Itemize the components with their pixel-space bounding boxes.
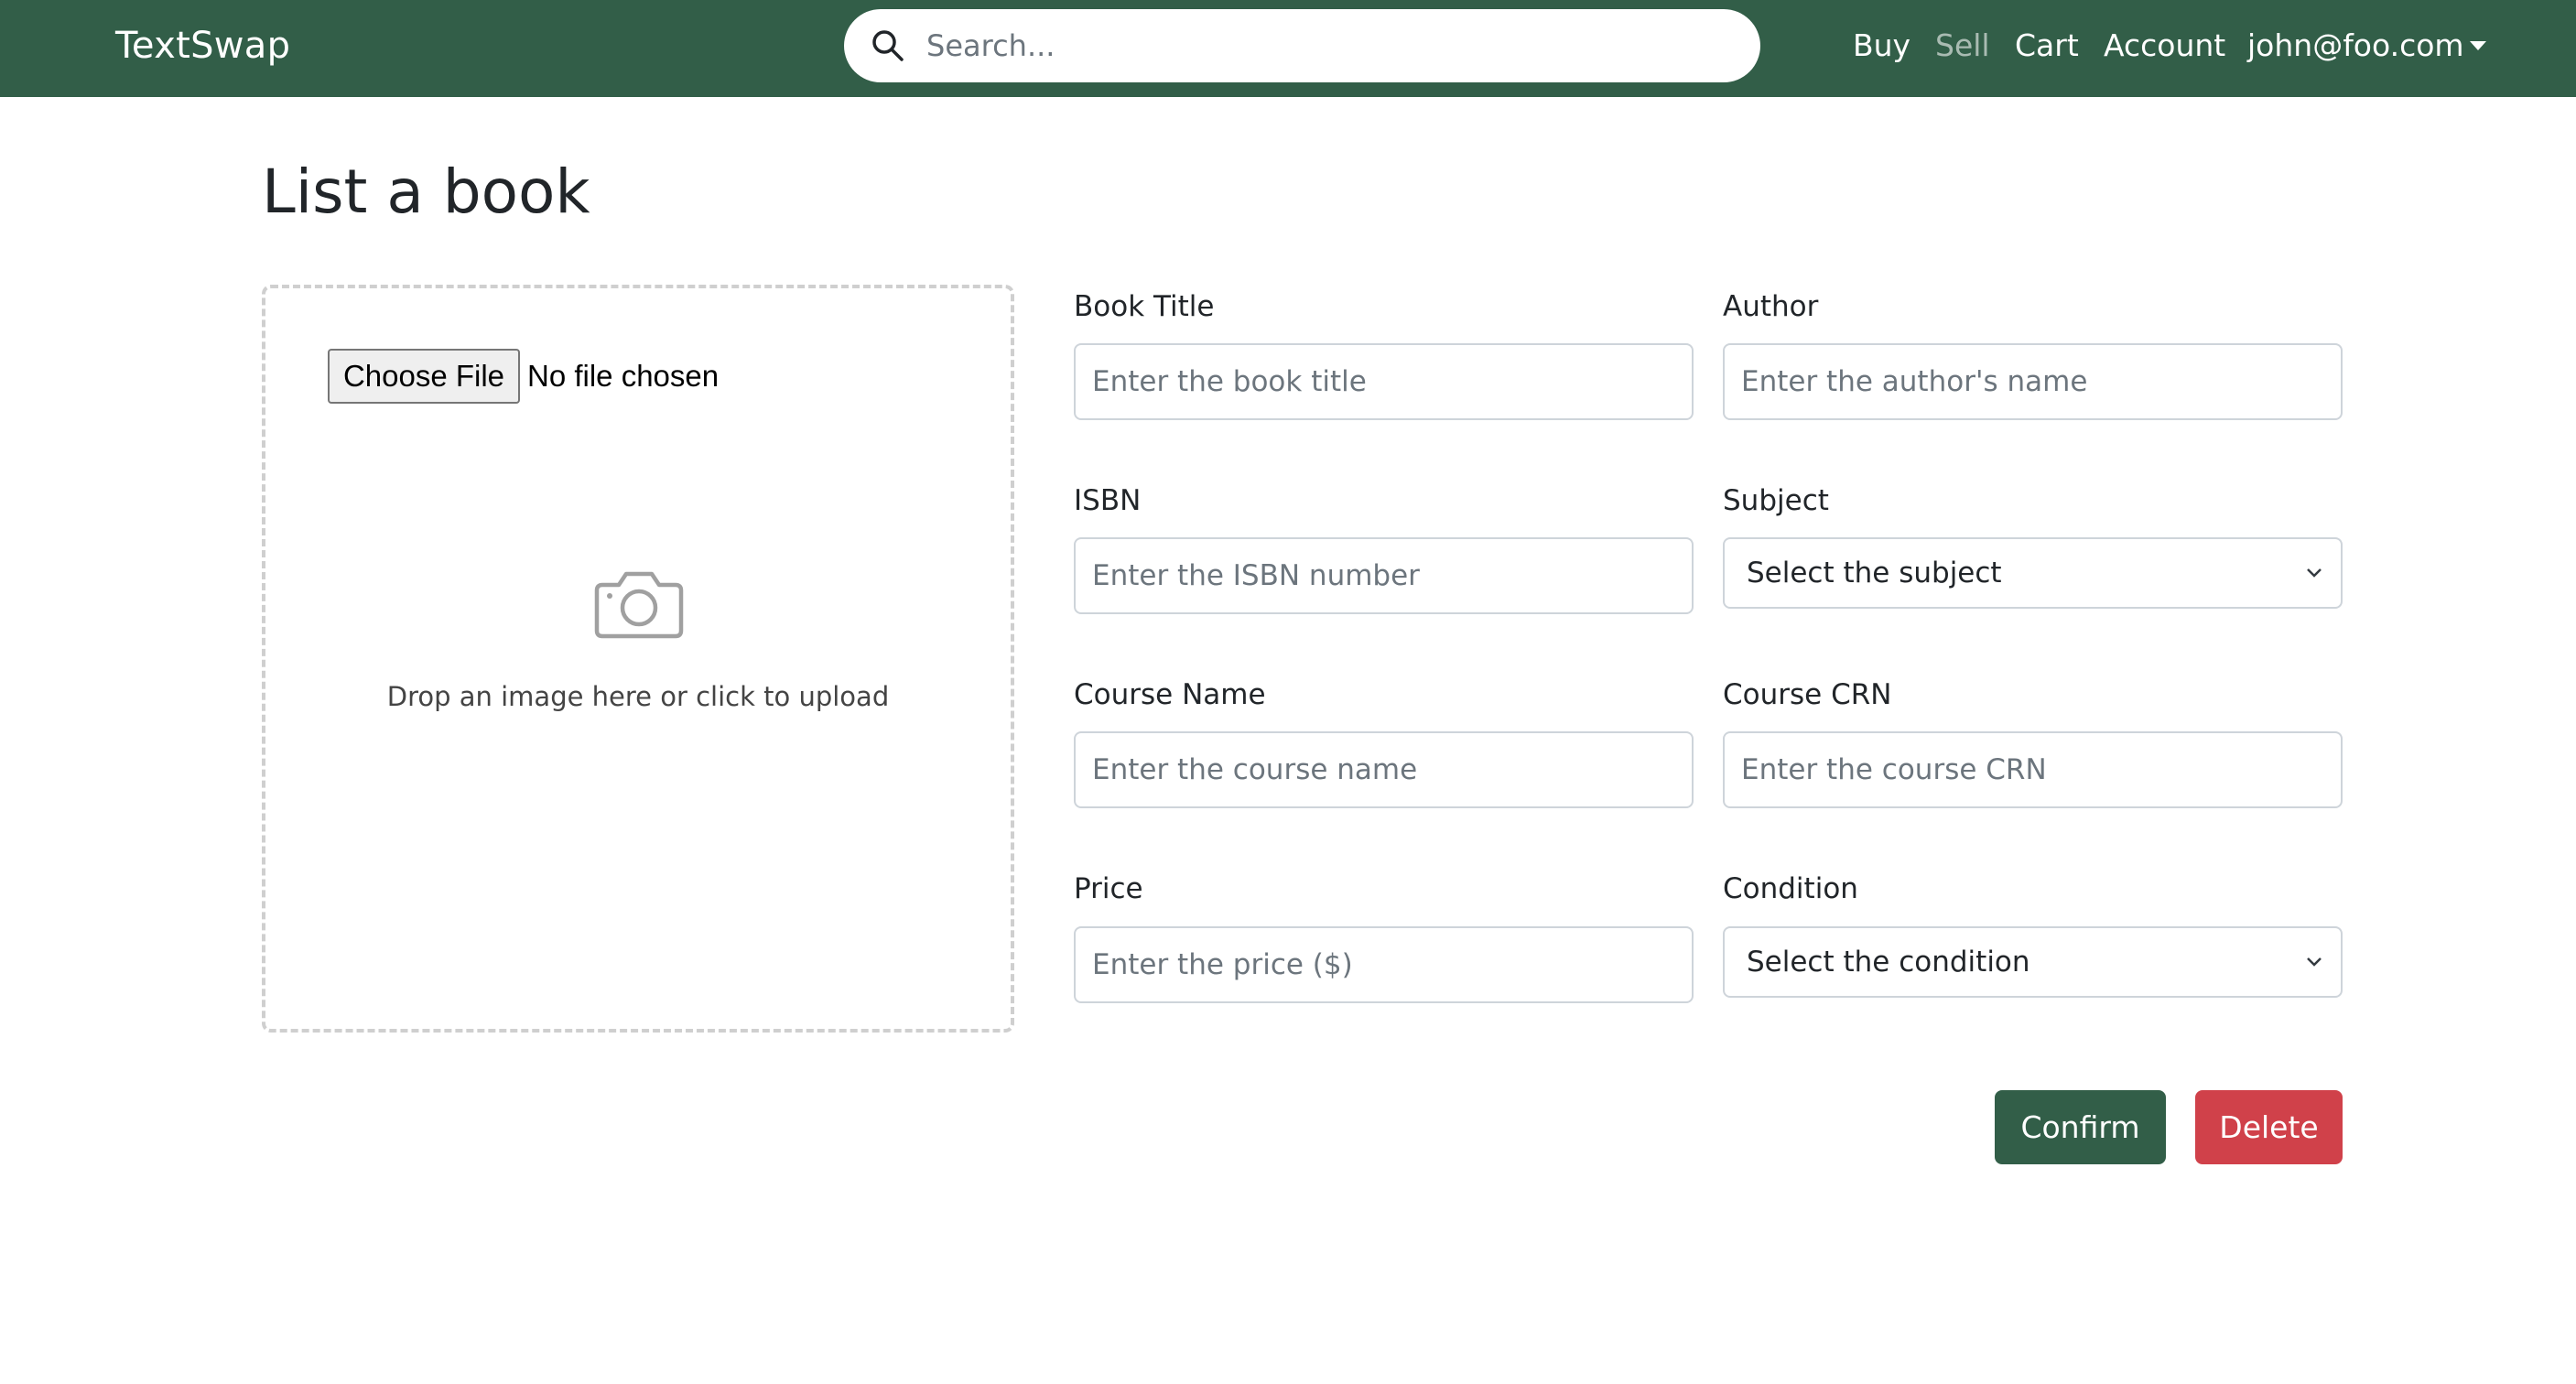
top-navbar: TextSwap Buy Sell Cart Account john@foo.… — [0, 0, 2576, 97]
isbn-label: ISBN — [1074, 484, 1142, 517]
page-title: List a book — [262, 157, 590, 227]
chevron-down-icon — [2307, 957, 2322, 967]
condition-selected-value: Select the condition — [1747, 946, 2030, 979]
search-bar[interactable] — [844, 9, 1760, 82]
subject-label: Subject — [1723, 484, 1829, 517]
nav-link-cart[interactable]: Cart — [2015, 22, 2079, 70]
camera-icon — [594, 571, 684, 639]
delete-button[interactable]: Delete — [2195, 1090, 2343, 1164]
brand-logo[interactable]: TextSwap — [115, 22, 290, 70]
subject-select[interactable]: Select the subject — [1723, 537, 2343, 609]
book-title-input[interactable] — [1074, 343, 1694, 420]
author-input[interactable] — [1723, 343, 2343, 420]
user-email: john@foo.com — [2247, 27, 2464, 63]
course-name-label: Course Name — [1074, 678, 1266, 711]
user-menu-dropdown[interactable]: john@foo.com — [2247, 22, 2486, 70]
book-title-label: Book Title — [1074, 290, 1215, 323]
choose-file-button[interactable]: Choose File — [328, 349, 520, 404]
author-label: Author — [1723, 290, 1819, 323]
nav-link-account[interactable]: Account — [2104, 22, 2225, 70]
condition-label: Condition — [1723, 872, 1858, 905]
course-crn-label: Course CRN — [1723, 678, 1892, 711]
nav-link-buy[interactable]: Buy — [1853, 22, 1910, 70]
subject-selected-value: Select the subject — [1747, 557, 2002, 589]
image-dropzone[interactable]: Choose File No file chosen Drop an image… — [262, 285, 1014, 1033]
confirm-button[interactable]: Confirm — [1995, 1090, 2166, 1164]
price-label: Price — [1074, 872, 1143, 905]
condition-select[interactable]: Select the condition — [1723, 926, 2343, 998]
nav-link-sell[interactable]: Sell — [1935, 22, 1990, 70]
file-status-text: No file chosen — [527, 359, 720, 393]
isbn-input[interactable] — [1074, 537, 1694, 614]
search-input[interactable] — [926, 20, 1732, 71]
dropzone-hint: Drop an image here or click to upload — [386, 681, 890, 712]
price-input[interactable] — [1074, 926, 1694, 1003]
search-icon — [872, 30, 904, 61]
course-crn-input[interactable] — [1723, 731, 2343, 808]
caret-down-icon — [2469, 40, 2486, 50]
course-name-input[interactable] — [1074, 731, 1694, 808]
chevron-down-icon — [2307, 568, 2322, 578]
